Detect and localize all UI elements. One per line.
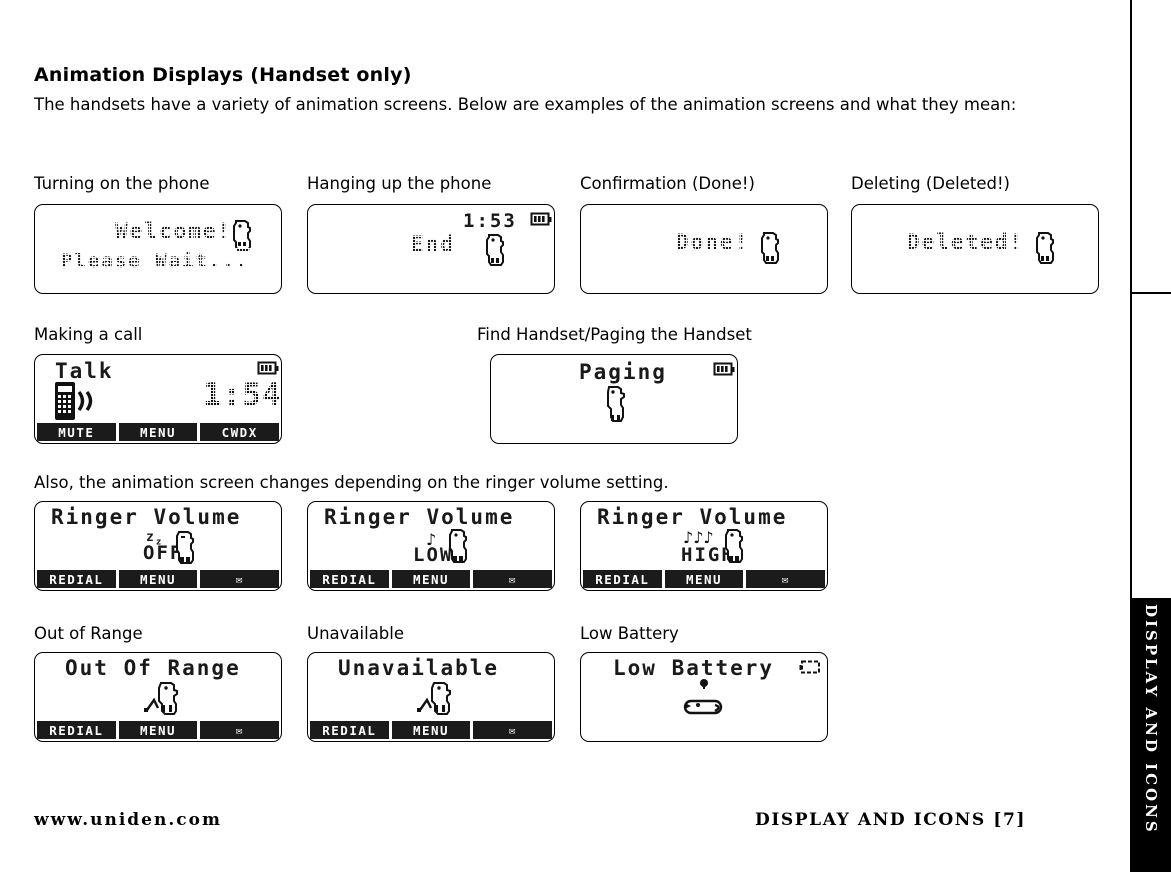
dog-animation-icon xyxy=(725,529,743,563)
dog-animation-icon xyxy=(1036,232,1054,264)
lcd-unavailable-screen: Unavailable REDIAL MENU ✉ xyxy=(307,652,555,742)
lcd-low-battery-screen: Low Battery xyxy=(580,652,828,742)
ringer-off-softkey-bar: REDIAL MENU ✉ xyxy=(35,570,281,590)
softkey-menu[interactable]: MENU xyxy=(391,721,471,739)
deleted-label: Deleted! xyxy=(907,230,1025,254)
battery-full-icon xyxy=(530,212,552,226)
lcd-ringer-off-screen: Ringer Volume zz OFF REDIAL MENU ✉ xyxy=(34,501,282,591)
unavailable-softkey-bar: REDIAL MENU ✉ xyxy=(308,721,554,741)
out-of-range-softkey-bar: REDIAL MENU ✉ xyxy=(35,721,281,741)
handset-signal-icon xyxy=(55,382,93,420)
softkey-menu[interactable]: MENU xyxy=(118,423,198,441)
caption-hanging-up: Hanging up the phone xyxy=(307,174,492,193)
page-title: Animation Displays (Handset only) xyxy=(34,64,412,86)
battery-empty-icon xyxy=(799,660,820,674)
lcd-welcome-screen: Welcome! Please Wait... xyxy=(34,204,282,294)
dog-digging-icon xyxy=(144,682,178,715)
softkey-redial[interactable]: REDIAL xyxy=(37,570,116,588)
right-margin-crossrule xyxy=(1130,292,1171,294)
softkey-menu[interactable]: MENU xyxy=(118,570,198,588)
dog-animation-icon xyxy=(761,232,779,264)
done-label: Done! xyxy=(676,230,750,254)
welcome-line1: Welcome! xyxy=(115,219,233,243)
lcd-ringer-high-screen: Ringer Volume ♪♪♪ HIGH REDIAL MENU ✉ xyxy=(580,501,828,591)
ringer-low-title: Ringer Volume xyxy=(324,505,515,529)
footer-website[interactable]: www.uniden.com xyxy=(34,810,222,830)
softkey-voicemail-icon[interactable]: ✉ xyxy=(200,721,280,739)
dog-animation-icon xyxy=(607,386,625,422)
softkey-menu[interactable]: MENU xyxy=(118,721,198,739)
lcd-done-screen: Done! xyxy=(580,204,828,294)
softkey-redial[interactable]: REDIAL xyxy=(310,570,389,588)
ringer-off-title: Ringer Volume xyxy=(51,505,242,529)
lcd-end-screen: 1:53 End xyxy=(307,204,555,294)
softkey-redial[interactable]: REDIAL xyxy=(583,570,662,588)
caption-turning-on: Turning on the phone xyxy=(34,174,210,193)
softkey-voicemail-icon[interactable]: ✉ xyxy=(200,570,280,588)
lcd-ringer-low-screen: Ringer Volume ♪ LOW REDIAL MENU ✉ xyxy=(307,501,555,591)
end-label: End xyxy=(411,232,455,256)
lcd-paging-screen: Paging xyxy=(490,354,738,444)
manual-page: Animation Displays (Handset only) The ha… xyxy=(0,0,1171,872)
talk-softkey-bar: MUTE MENU CWDX xyxy=(35,423,281,443)
caption-find-handset: Find Handset/Paging the Handset xyxy=(477,325,752,344)
dog-animation-icon xyxy=(449,529,467,563)
dog-lying-down-icon xyxy=(683,679,723,715)
talk-clock: 1:54 xyxy=(203,377,282,413)
softkey-voicemail-icon[interactable]: ✉ xyxy=(746,570,826,588)
softkey-redial[interactable]: REDIAL xyxy=(37,721,116,739)
dog-animation-icon xyxy=(233,220,251,251)
out-of-range-label: Out Of Range xyxy=(65,656,241,680)
battery-full-icon xyxy=(257,361,279,375)
caption-deleting: Deleting (Deleted!) xyxy=(851,174,1010,193)
caption-unavailable: Unavailable xyxy=(307,624,405,643)
caption-out-of-range: Out of Range xyxy=(34,624,143,643)
dog-animation-icon xyxy=(486,234,504,266)
softkey-mute[interactable]: MUTE xyxy=(37,423,116,441)
paging-label: Paging xyxy=(579,360,667,384)
softkey-redial[interactable]: REDIAL xyxy=(310,721,389,739)
unavailable-label: Unavailable xyxy=(338,656,500,680)
lcd-talk-screen: Talk 1:54 MUTE MENU CWDX xyxy=(34,354,282,444)
dog-sleeping-icon xyxy=(176,531,194,564)
ringer-low-softkey-bar: REDIAL MENU ✉ xyxy=(308,570,554,590)
section-edge-tab: DISPLAY AND ICONS xyxy=(1131,598,1171,872)
ringer-high-softkey-bar: REDIAL MENU ✉ xyxy=(581,570,827,590)
welcome-line2: Please Wait... xyxy=(61,250,250,272)
softkey-voicemail-icon[interactable]: ✉ xyxy=(473,721,553,739)
dog-digging-icon xyxy=(417,682,451,715)
ringer-high-title: Ringer Volume xyxy=(597,505,788,529)
caption-making-call: Making a call xyxy=(34,325,143,344)
softkey-cwdx[interactable]: CWDX xyxy=(200,423,280,441)
softkey-voicemail-icon[interactable]: ✉ xyxy=(473,570,553,588)
lcd-deleted-screen: Deleted! xyxy=(851,204,1099,294)
intro-paragraph: The handsets have a variety of animation… xyxy=(34,95,1017,114)
softkey-menu[interactable]: MENU xyxy=(391,570,471,588)
end-clock: 1:53 xyxy=(463,210,517,232)
ringer-note: Also, the animation screen changes depen… xyxy=(34,473,669,492)
low-battery-label: Low Battery xyxy=(613,656,775,680)
lcd-out-of-range-screen: Out Of Range REDIAL MENU ✉ xyxy=(34,652,282,742)
section-edge-tab-label: DISPLAY AND ICONS xyxy=(1142,604,1160,835)
softkey-menu[interactable]: MENU xyxy=(664,570,744,588)
caption-confirmation: Confirmation (Done!) xyxy=(580,174,755,193)
footer-page-ref: DISPLAY AND ICONS [7] xyxy=(755,810,1027,830)
caption-low-battery: Low Battery xyxy=(580,624,679,643)
battery-full-icon xyxy=(713,362,735,376)
